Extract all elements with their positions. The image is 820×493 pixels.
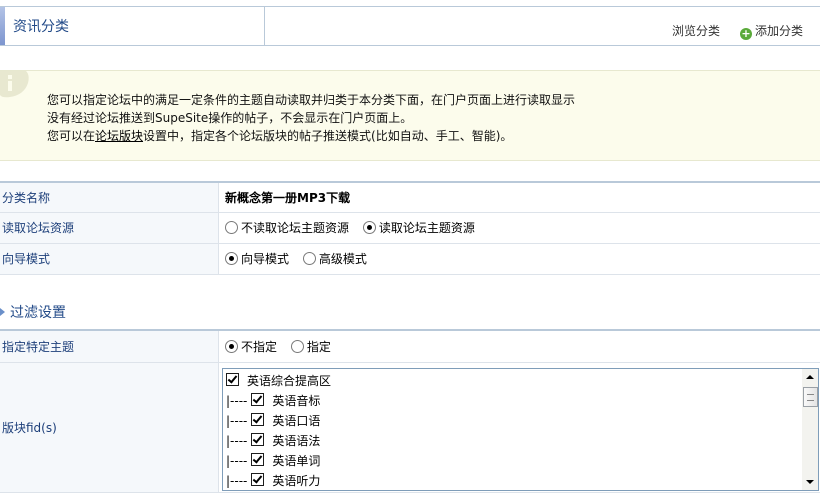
- plus-circle-icon: +: [740, 28, 752, 40]
- list-item-label: 英语单词: [272, 454, 320, 468]
- form-row-category-name: 分类名称 新概念第一册MP3下载: [0, 182, 820, 212]
- info-line-1: 您可以指定论坛中的满足一定条件的主题自动读取并归类于本分类下面，在门户页面上进行…: [47, 91, 575, 109]
- specific-topic-option-specify[interactable]: 指定: [291, 340, 331, 354]
- add-category-label: 添加分类: [755, 24, 803, 38]
- tree-prefix: |----: [226, 474, 247, 488]
- radio-specify[interactable]: [291, 340, 304, 353]
- list-item[interactable]: |---- 英语听力: [226, 471, 331, 491]
- scroll-up-icon: [806, 375, 814, 379]
- header-divider: [264, 7, 265, 45]
- list-item[interactable]: |---- 英语语法: [226, 431, 331, 451]
- filter-section-title-text: 过滤设置: [10, 305, 66, 321]
- fid-list: 英语综合提高区|----英语音标|----英语口语|----英语语法|----英…: [226, 371, 331, 491]
- guide-mode-label: 向导模式: [0, 243, 219, 274]
- add-category-link[interactable]: +添加分类: [740, 22, 803, 40]
- tree-prefix: |----: [226, 394, 247, 408]
- info-line-2: 没有经过论坛推送到SupeSite操作的帖子，不会显示在门户页面上。: [47, 109, 575, 127]
- checkbox[interactable]: [251, 433, 264, 446]
- specific-topic-option-specify-label: 指定: [307, 340, 331, 354]
- info-text: 您可以指定论坛中的满足一定条件的主题自动读取并归类于本分类下面，在门户页面上进行…: [47, 91, 575, 145]
- scroll-up-button[interactable]: [802, 369, 818, 385]
- radio-not-specify[interactable]: [225, 340, 238, 353]
- guide-mode-option-guide-label: 向导模式: [241, 252, 289, 266]
- header-accent-bar: [0, 7, 5, 45]
- forum-board-link[interactable]: 论坛版块: [95, 129, 143, 143]
- radio-advanced-mode[interactable]: [303, 252, 316, 265]
- tree-prefix: |----: [226, 454, 247, 468]
- section-arrow-icon: [0, 308, 5, 316]
- info-icon: [0, 71, 30, 101]
- browse-categories-link[interactable]: 浏览分类: [672, 22, 720, 39]
- info-box: 您可以指定论坛中的满足一定条件的主题自动读取并归类于本分类下面，在门户页面上进行…: [0, 70, 820, 161]
- filter-section-title: 过滤设置: [0, 302, 66, 322]
- list-item-label: 英语音标: [272, 394, 320, 408]
- list-item[interactable]: |---- 英语口语: [226, 411, 331, 431]
- checkbox[interactable]: [251, 393, 264, 406]
- page-header: 资讯分类 浏览分类 +添加分类: [0, 6, 820, 46]
- category-name-label: 分类名称: [0, 182, 219, 212]
- checkbox[interactable]: [251, 453, 264, 466]
- info-line-3-suffix: 设置中，指定各个论坛版块的帖子推送模式(比如自动、手工、智能)。: [143, 129, 512, 143]
- form-row-specific-topic: 指定特定主题 不指定 指定: [0, 330, 820, 362]
- checkbox[interactable]: [226, 373, 239, 386]
- read-source-option-no-label: 不读取论坛主题资源: [241, 221, 349, 235]
- list-item-label: 英语口语: [272, 414, 320, 428]
- read-source-options: 不读取论坛主题资源 读取论坛主题资源: [219, 212, 820, 243]
- read-source-label: 读取论坛资源: [0, 212, 219, 243]
- form-row-guide-mode: 向导模式 向导模式 高级模式: [0, 243, 820, 274]
- list-item-label: 英语听力: [272, 474, 320, 488]
- scroll-down-button[interactable]: [802, 474, 818, 490]
- list-item[interactable]: |---- 英语单词: [226, 451, 331, 471]
- checkbox[interactable]: [251, 413, 264, 426]
- specific-topic-option-none[interactable]: 不指定: [225, 340, 277, 354]
- category-name-value: 新概念第一册MP3下载: [219, 182, 820, 212]
- list-item-label: 英语语法: [272, 434, 320, 448]
- scroll-down-icon: [806, 480, 814, 484]
- checkbox[interactable]: [251, 473, 264, 486]
- specific-topic-option-none-label: 不指定: [241, 340, 277, 354]
- fid-listbox[interactable]: 英语综合提高区|----英语音标|----英语口语|----英语语法|----英…: [222, 368, 819, 491]
- tree-prefix: |----: [226, 434, 247, 448]
- tree-prefix: |----: [226, 414, 247, 428]
- specific-topic-options: 不指定 指定: [219, 330, 820, 362]
- info-line-3-prefix: 您可以在: [47, 129, 95, 143]
- radio-read[interactable]: [363, 221, 376, 234]
- specific-topic-label: 指定特定主题: [0, 330, 219, 362]
- read-source-option-yes[interactable]: 读取论坛主题资源: [363, 221, 475, 235]
- page-title: 资讯分类: [13, 16, 69, 36]
- guide-mode-option-guide[interactable]: 向导模式: [225, 252, 289, 266]
- guide-mode-option-advanced[interactable]: 高级模式: [303, 252, 367, 266]
- guide-mode-options: 向导模式 高级模式: [219, 243, 820, 274]
- form-row-read-source: 读取论坛资源 不读取论坛主题资源 读取论坛主题资源: [0, 212, 820, 243]
- read-source-option-yes-label: 读取论坛主题资源: [379, 221, 475, 235]
- listbox-scrollbar[interactable]: [802, 369, 818, 490]
- info-line-3: 您可以在论坛版块设置中，指定各个论坛版块的帖子推送模式(比如自动、手工、智能)。: [47, 127, 575, 145]
- read-source-option-no[interactable]: 不读取论坛主题资源: [225, 221, 349, 235]
- guide-mode-option-advanced-label: 高级模式: [319, 252, 367, 266]
- list-item-label: 英语综合提高区: [247, 374, 331, 388]
- scroll-thumb[interactable]: [803, 387, 818, 407]
- list-item[interactable]: 英语综合提高区: [226, 371, 331, 391]
- fid-label: 版块fid(s): [0, 362, 219, 492]
- radio-no-read[interactable]: [225, 221, 238, 234]
- list-item[interactable]: |---- 英语音标: [226, 391, 331, 411]
- category-form: 分类名称 新概念第一册MP3下载 读取论坛资源 不读取论坛主题资源 读取论坛主题…: [0, 181, 820, 275]
- radio-guide-mode[interactable]: [225, 252, 238, 265]
